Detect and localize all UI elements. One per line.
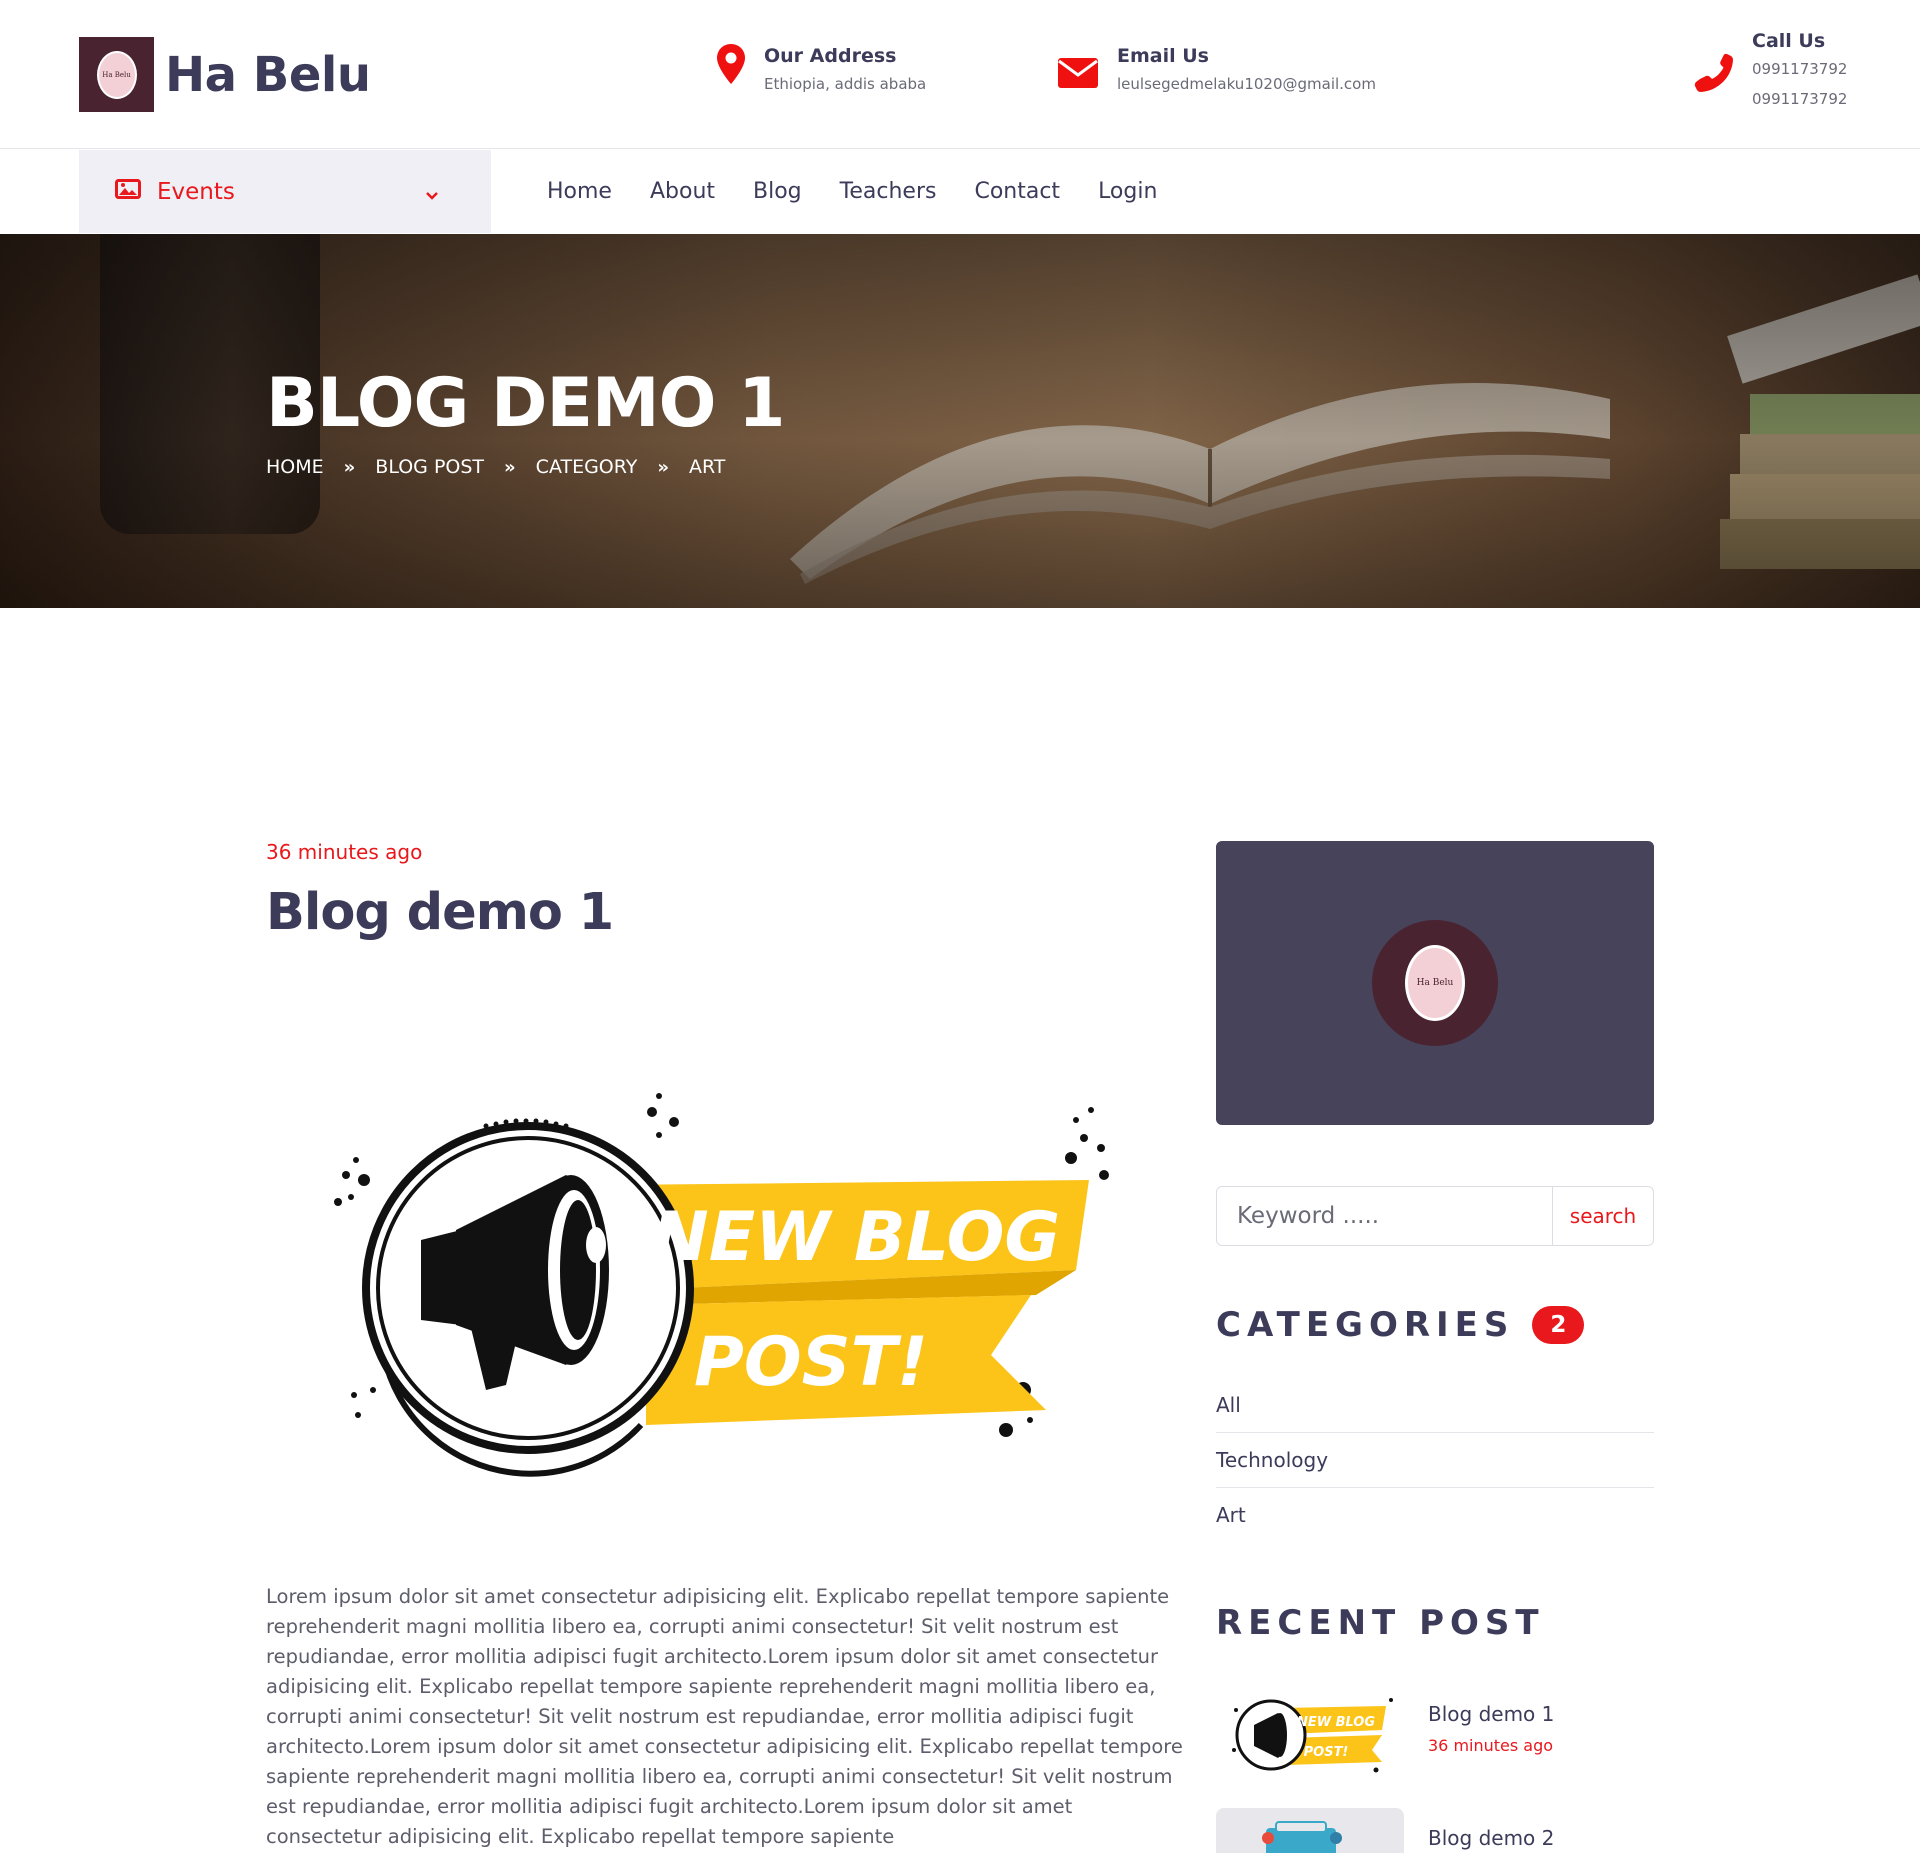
logo-oval: Ha Belu	[96, 50, 137, 99]
post-image-text-1: NEW BLOG	[652, 1198, 1060, 1277]
recent-post-time: 36 minutes ago	[1428, 1736, 1554, 1755]
contact-call: Call Us 0991173792 0991173792	[1694, 28, 1847, 114]
post-image: NEW BLOG POST!	[334, 1093, 1109, 1477]
nav-home[interactable]: Home	[547, 179, 612, 204]
avatar-logo-text: Ha Belu	[1416, 978, 1454, 988]
search-input[interactable]	[1217, 1187, 1552, 1245]
post-body: Lorem ipsum dolor sit amet consectetur a…	[266, 1585, 1183, 1848]
thumb-text-2: POST!	[1304, 1745, 1349, 1760]
recent-post-thumbnail[interactable]	[1216, 1808, 1404, 1853]
email-title: Email Us	[1117, 45, 1209, 67]
post-time: 36 minutes ago	[266, 840, 423, 864]
image-icon	[115, 178, 157, 205]
contact-email: Email Us leulsegedmelaku1020@gmail.com	[1057, 43, 1376, 99]
avatar-logo: Ha Belu	[1405, 945, 1465, 1021]
double-chevron-right-icon: »	[343, 456, 356, 478]
categories-list: All Technology Art	[1216, 1378, 1654, 1543]
search-button[interactable]: search	[1552, 1187, 1653, 1245]
site-header: Ha Belu Ha Belu Our Address Ethiopia, ad…	[0, 0, 1920, 149]
phone-icon	[1694, 53, 1734, 97]
search-form: search	[1216, 1186, 1654, 1246]
recent-post-info: Blog demo 1 36 minutes ago	[1428, 1680, 1554, 1780]
categories-count-badge: 2	[1532, 1306, 1585, 1344]
recent-post-item[interactable]: Blog demo 2	[1216, 1808, 1654, 1853]
main-nav: Events Home About Blog Teachers Contact …	[0, 150, 1920, 233]
nav-blog[interactable]: Blog	[753, 179, 802, 204]
recent-post-info: Blog demo 2	[1428, 1808, 1554, 1853]
categories-title: CATEGORIES	[1216, 1305, 1515, 1345]
phone-2[interactable]: 0991173792	[1752, 84, 1847, 114]
recent-post-title[interactable]: Blog demo 1	[1428, 1702, 1554, 1726]
call-title: Call Us	[1752, 30, 1826, 52]
category-item-technology[interactable]: Technology	[1216, 1433, 1654, 1488]
double-chevron-right-icon: »	[504, 456, 516, 478]
brand-logo[interactable]: Ha Belu	[79, 37, 154, 112]
envelope-icon	[1057, 57, 1099, 93]
nav-login[interactable]: Login	[1098, 179, 1157, 204]
thumb-text-1: NEW BLOG	[1297, 1715, 1375, 1730]
contact-address: Our Address Ethiopia, addis ababa	[716, 43, 926, 99]
category-item-all[interactable]: All	[1216, 1378, 1654, 1433]
address-value: Ethiopia, addis ababa	[764, 75, 927, 93]
page-title: BLOG DEMO 1	[266, 364, 785, 443]
brand[interactable]: Ha Belu Ha Belu	[79, 37, 371, 112]
nav-contact[interactable]: Contact	[974, 179, 1060, 204]
nav-menu: Home About Blog Teachers Contact Login	[547, 150, 1195, 233]
phone-1[interactable]: 0991173792	[1752, 54, 1847, 84]
location-pin-icon	[716, 43, 746, 89]
breadcrumb-home[interactable]: HOME	[266, 456, 324, 478]
breadcrumb-blog-post[interactable]: BLOG POST	[375, 456, 484, 478]
chevron-down-icon	[425, 181, 455, 207]
categories-heading: CATEGORIES 2	[1216, 1305, 1585, 1345]
brand-name[interactable]: Ha Belu	[165, 47, 371, 103]
double-chevron-right-icon: »	[657, 456, 669, 478]
events-dropdown[interactable]: Events	[79, 150, 491, 233]
category-item-art[interactable]: Art	[1216, 1488, 1654, 1543]
address-title: Our Address	[764, 45, 897, 67]
recent-posts-heading: RECENT POST	[1216, 1603, 1545, 1643]
author-card: Ha Belu	[1216, 841, 1654, 1125]
post-image-text-2: POST!	[694, 1323, 928, 1402]
breadcrumb-art: ART	[688, 456, 726, 478]
breadcrumb-category[interactable]: CATEGORY	[536, 456, 638, 478]
logo-text: Ha Belu	[102, 70, 131, 79]
recent-post-title[interactable]: Blog demo 2	[1428, 1826, 1554, 1850]
nav-teachers[interactable]: Teachers	[840, 179, 937, 204]
author-avatar[interactable]: Ha Belu	[1372, 920, 1498, 1046]
recent-post-item[interactable]: NEW BLOG POST! Blog demo 1 36 minutes ag…	[1216, 1680, 1654, 1780]
recent-posts-title: RECENT POST	[1216, 1603, 1545, 1643]
recent-post-thumbnail[interactable]: NEW BLOG POST!	[1216, 1680, 1404, 1780]
events-label: Events	[157, 178, 235, 205]
nav-about[interactable]: About	[650, 179, 715, 204]
breadcrumb: HOME » BLOG POST » CATEGORY » ART	[266, 456, 725, 478]
page-hero: BLOG DEMO 1 HOME » BLOG POST » CATEGORY …	[0, 234, 1920, 608]
post-title: Blog demo 1	[266, 883, 614, 942]
email-value[interactable]: leulsegedmelaku1020@gmail.com	[1117, 69, 1376, 99]
